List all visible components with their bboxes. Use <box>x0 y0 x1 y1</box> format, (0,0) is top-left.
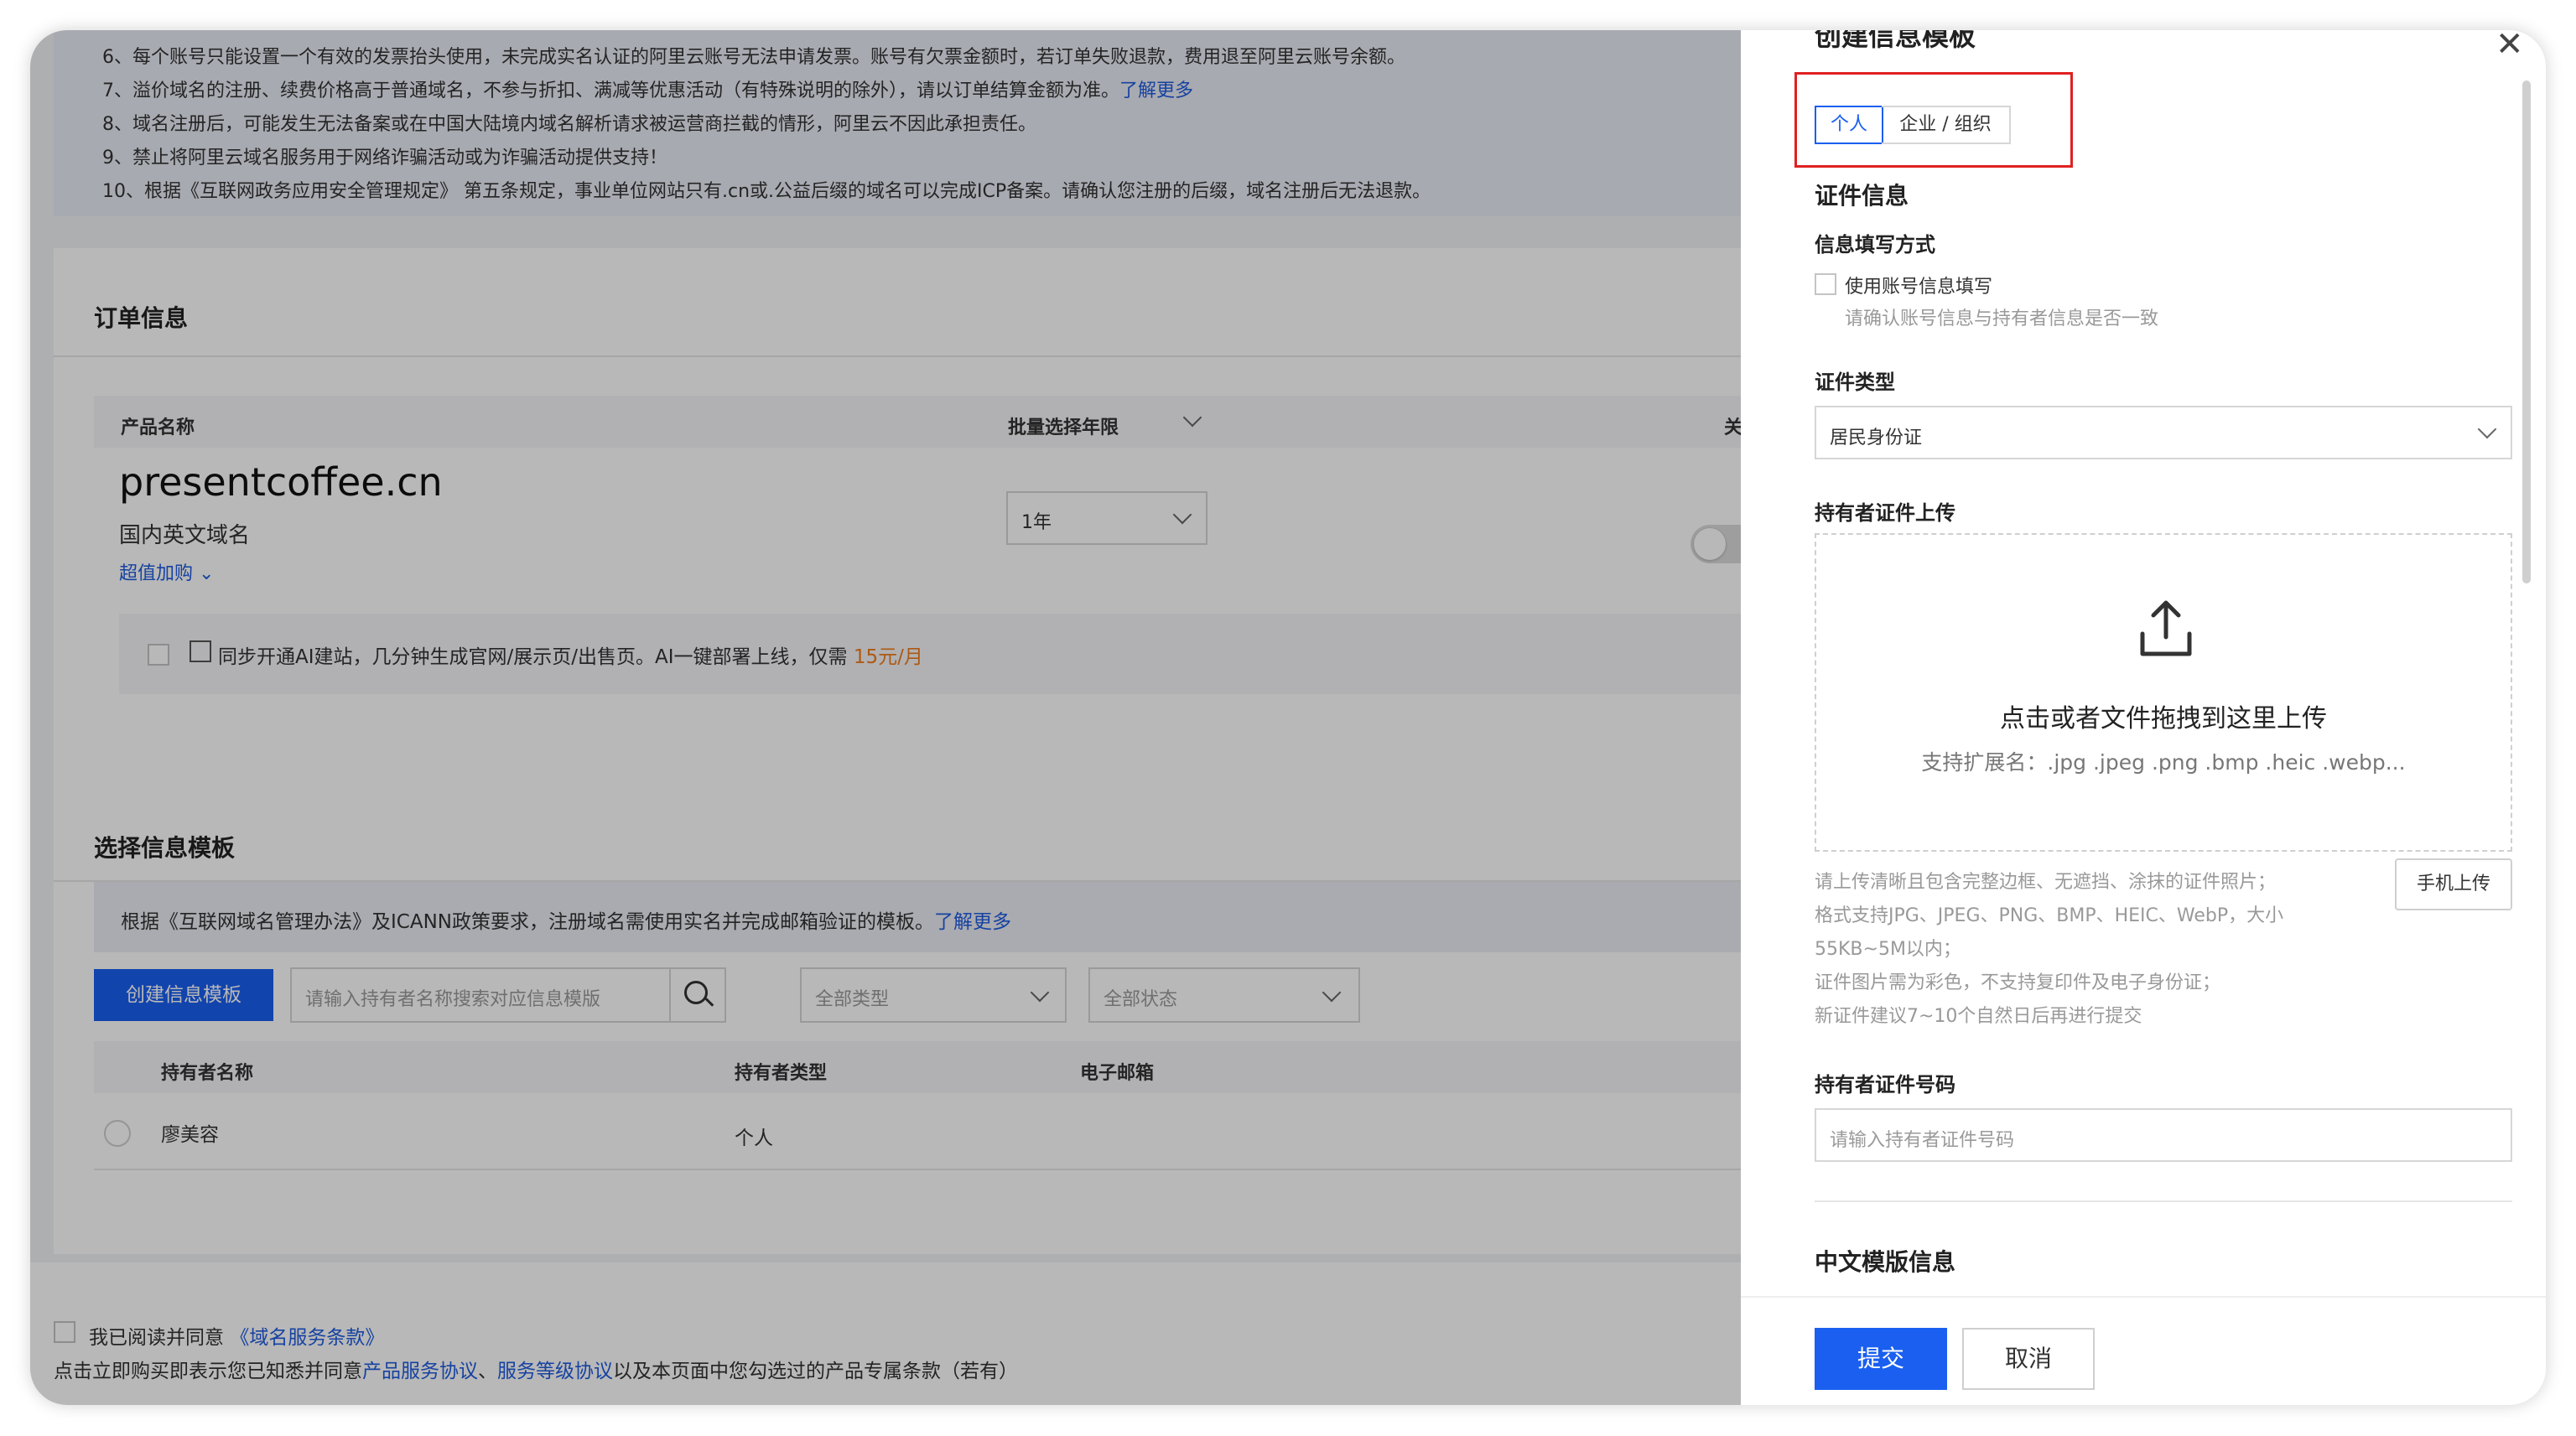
upload-note: 格式支持JPG、JPEG、PNG、BMP、HEIC、WebP，大小 <box>1815 905 2284 926</box>
cert-type-select[interactable]: 居民身份证 <box>1815 406 2512 459</box>
panel-scrollbar[interactable] <box>2522 80 2531 583</box>
chevron-down-icon <box>2477 419 2497 439</box>
tab-personal[interactable]: 个人 <box>1815 106 1883 144</box>
upload-note: 新证件建议7~10个自然日后再进行提交 <box>1815 1006 2142 1027</box>
cert-no-label: 持有者证件号码 <box>1815 1073 1955 1096</box>
upload-icon <box>2140 600 2192 656</box>
use-account-checkbox[interactable] <box>1815 273 1836 295</box>
create-template-panel: 创建信息模板 ✕ 个人 企业 / 组织 证件信息 信息填写方式 使用账号信息填写… <box>1741 30 2546 1405</box>
section-cert-info: 证件信息 <box>1815 182 1909 210</box>
upload-dropzone[interactable]: 点击或者文件拖拽到这里上传 支持扩展名：.jpg .jpeg .png .bmp… <box>1815 533 2512 852</box>
upload-note: 证件图片需为彩色，不支持复印件及电子身份证； <box>1815 972 2221 993</box>
use-account-hint: 请确认账号信息与持有者信息是否一致 <box>1845 308 2159 329</box>
fill-method-label: 信息填写方式 <box>1815 233 1935 257</box>
cert-type-value: 居民身份证 <box>1830 428 1923 448</box>
cancel-button[interactable]: 取消 <box>1962 1328 2095 1390</box>
tab-organization[interactable]: 企业 / 组织 <box>1882 106 2011 144</box>
section-cn-template: 中文模版信息 <box>1815 1248 1956 1276</box>
submit-button[interactable]: 提交 <box>1815 1328 1947 1390</box>
use-account-label[interactable]: 使用账号信息填写 <box>1845 272 1992 298</box>
close-icon[interactable]: ✕ <box>2496 30 2524 64</box>
upload-note: 55KB~5M以内； <box>1815 939 1961 960</box>
browser-frame: 6、每个账号只能设置一个有效的发票抬头使用，未完成实名认证的阿里云账号无法申请发… <box>30 30 2546 1405</box>
upload-note: 请上传清晰且包含完整边框、无遮挡、涂抹的证件照片； <box>1815 872 2277 893</box>
order-page: 6、每个账号只能设置一个有效的发票抬头使用，未完成实名认证的阿里云账号无法申请发… <box>30 30 1816 1405</box>
upload-label: 持有者证件上传 <box>1815 501 1955 525</box>
upload-ext-text: 支持扩展名：.jpg .jpeg .png .bmp .heic .webp..… <box>1921 750 2406 775</box>
panel-footer: 提交 取消 <box>1741 1296 2546 1405</box>
upload-main-text: 点击或者文件拖拽到这里上传 <box>2000 704 2327 734</box>
mobile-upload-button[interactable]: 手机上传 <box>2395 858 2512 910</box>
cert-no-input[interactable]: 请输入持有者证件号码 <box>1815 1108 2512 1162</box>
modal-overlay[interactable] <box>30 30 1774 1405</box>
divider <box>1815 1200 2512 1202</box>
cert-type-label: 证件类型 <box>1815 371 1895 394</box>
panel-title: 创建信息模板 <box>1815 30 1976 52</box>
